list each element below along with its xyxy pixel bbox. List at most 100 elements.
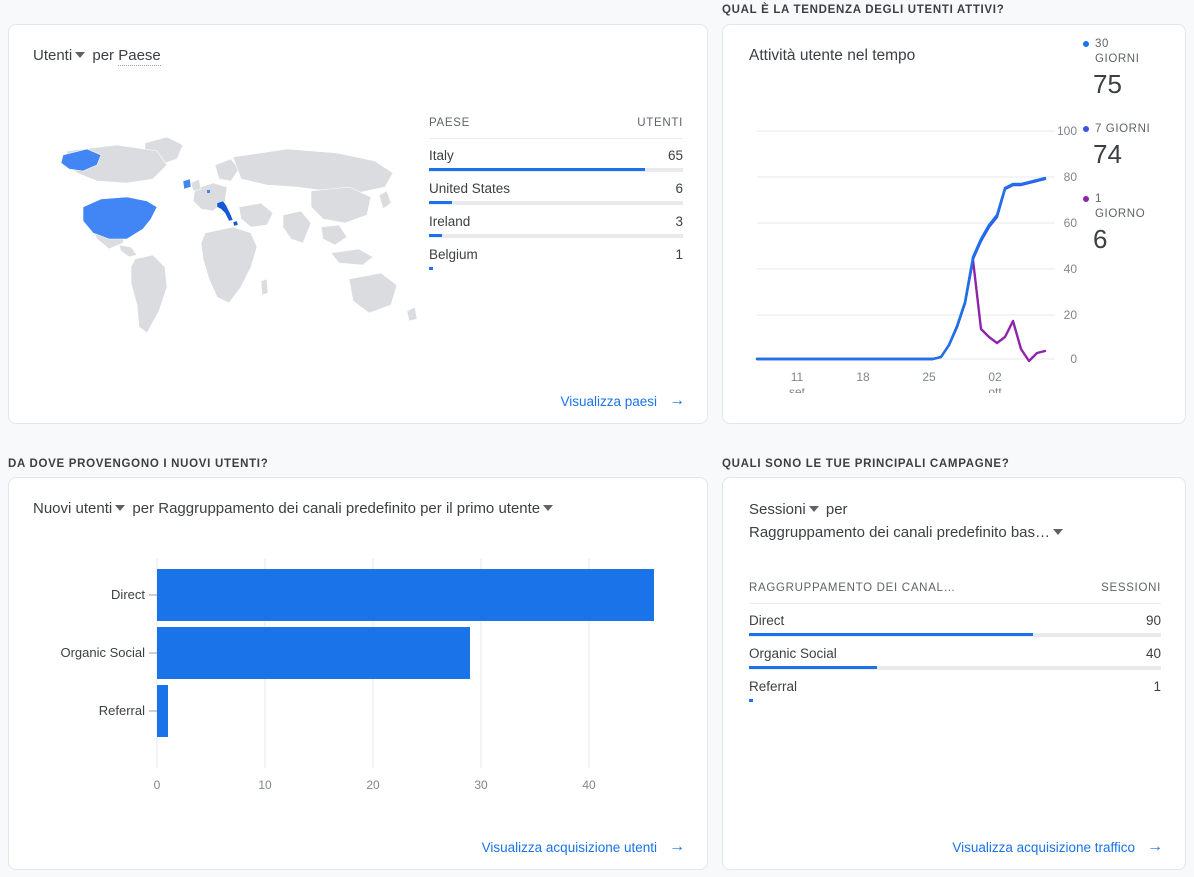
metric-selector-sessioni[interactable]: Sessioni	[749, 501, 806, 518]
row-bar-fill	[429, 267, 433, 270]
section-header-trend: QUAL È LA TENDENZA DEGLI UTENTI ATTIVI?	[722, 4, 1005, 16]
arrow-right-icon: →	[669, 392, 685, 409]
metric-selector-utenti[interactable]: Utenti	[33, 47, 72, 64]
analytics-dashboard: QUAL È LA TENDENZA DEGLI UTENTI ATTIVI? …	[0, 0, 1194, 877]
row-value: 1	[1153, 679, 1161, 694]
row-bar-track	[749, 666, 1161, 669]
svg-text:11: 11	[791, 370, 804, 384]
by-label: per	[92, 47, 115, 64]
section-header-campaigns: QUALI SONO LE TUE PRINCIPALI CAMPAGNE?	[722, 458, 1010, 470]
link-visualizza-acquisizione-traffico[interactable]: Visualizza acquisizione traffico →	[952, 839, 1163, 855]
metric-selector-nuovi-utenti[interactable]: Nuovi utenti	[33, 500, 112, 517]
table-row[interactable]: Ireland 3	[429, 205, 683, 238]
table-row[interactable]: United States 6	[429, 172, 683, 205]
chevron-down-icon[interactable]	[808, 506, 819, 513]
bar-direct	[157, 569, 654, 621]
chevron-down-icon[interactable]	[1053, 529, 1064, 536]
row-label: Referral	[749, 679, 798, 694]
svg-text:set: set	[789, 385, 806, 393]
table-row[interactable]: Referral 1	[749, 670, 1161, 702]
row-bar-fill	[429, 168, 645, 171]
row-label: Direct	[749, 613, 785, 628]
chevron-down-icon[interactable]	[75, 52, 86, 59]
country-table: PAESE UTENTI Italy 65 United States 6 Ir…	[429, 117, 683, 270]
legend-item-30-giorni[interactable]: 30 GIORNI 75	[1083, 37, 1183, 100]
svg-text:Organic Social: Organic Social	[60, 645, 145, 660]
row-bar-track	[429, 168, 683, 171]
link-label: Visualizza acquisizione traffico	[952, 839, 1135, 855]
country-table-header: PAESE UTENTI	[429, 117, 683, 139]
campaigns-card-header: Sessioni per Raggruppamento dei canali p…	[723, 478, 1185, 544]
svg-text:60: 60	[1064, 216, 1078, 230]
svg-text:80: 80	[1064, 170, 1078, 184]
row-value: 40	[1145, 646, 1161, 661]
svg-text:10: 10	[258, 778, 272, 792]
legend-value: 6	[1093, 224, 1108, 254]
table-row[interactable]: Organic Social 40	[749, 637, 1161, 670]
world-map[interactable]	[27, 121, 427, 351]
row-label: Belgium	[429, 247, 478, 262]
row-value: 90	[1145, 613, 1161, 628]
svg-text:40: 40	[582, 778, 596, 792]
svg-text:25: 25	[922, 370, 936, 384]
row-bar-track	[749, 633, 1161, 636]
metric-label: Nuovi utenti	[33, 500, 113, 517]
chevron-down-icon[interactable]	[115, 505, 126, 512]
legend-item-7-giorni[interactable]: 7 GIORNI 74	[1083, 122, 1183, 170]
table-row[interactable]: Italy 65	[429, 139, 683, 172]
col-header-utenti: UTENTI	[637, 117, 683, 129]
legend-period-line2: GIORNI	[1095, 53, 1140, 65]
col-header-sessioni: SESSIONI	[1101, 582, 1161, 594]
row-label: Italy	[429, 148, 454, 163]
col-header-paese: PAESE	[429, 117, 470, 129]
svg-text:0: 0	[1070, 352, 1077, 366]
chevron-down-icon[interactable]	[543, 505, 554, 512]
dimension-selector-paese[interactable]: Paese	[118, 47, 161, 66]
bars-card-header: Nuovi utenti per Raggruppamento dei cana…	[9, 478, 707, 520]
legend-period-line2: GIORNO	[1095, 208, 1146, 220]
row-value: 1	[675, 247, 683, 262]
card-top-campaigns: Sessioni per Raggruppamento dei canali p…	[722, 477, 1186, 870]
row-bar-fill	[749, 699, 754, 702]
metric-label: Utenti	[33, 47, 73, 64]
arrow-right-icon: →	[669, 838, 685, 855]
legend-item-1-giorno[interactable]: 1 GIORNO 6	[1083, 192, 1183, 255]
svg-text:20: 20	[366, 778, 380, 792]
col-header-channel-group: RAGGRUPPAMENTO DEI CANAL…	[749, 582, 956, 594]
link-visualizza-acquisizione-utenti[interactable]: Visualizza acquisizione utenti →	[482, 839, 685, 855]
map-highlight-belgium	[207, 190, 210, 193]
row-bar-track	[429, 201, 683, 204]
arrow-right-icon: →	[1147, 838, 1163, 855]
map-highlight-italy	[216, 200, 239, 227]
row-label: United States	[429, 181, 511, 196]
card-new-users-by-channel: Nuovi utenti per Raggruppamento dei cana…	[8, 477, 708, 870]
link-visualizza-paesi[interactable]: Visualizza paesi →	[560, 393, 685, 409]
legend-dot-icon	[1083, 125, 1089, 132]
svg-text:20: 20	[1064, 308, 1078, 322]
trend-legend: 30 GIORNI 75 7 GIORNI 74 1 GIORNO 6	[1083, 37, 1183, 277]
row-bar-track	[429, 267, 683, 270]
svg-text:30: 30	[474, 778, 488, 792]
svg-text:Direct: Direct	[111, 587, 145, 602]
card-users-by-country: Utenti per Paese PAESE UTENTI Italy 65 U…	[8, 24, 708, 424]
table-row[interactable]: Direct 90	[749, 604, 1161, 637]
svg-text:ott: ott	[988, 385, 1002, 393]
bar-organic-social	[157, 627, 470, 679]
by-label: per	[132, 500, 155, 517]
row-bar-track	[429, 234, 683, 237]
dimension-selector-channel[interactable]: Raggruppamento dei canali predefinito pe…	[158, 500, 540, 517]
map-highlight-ireland	[182, 178, 192, 190]
row-bar-fill	[749, 633, 1034, 636]
bar-chart[interactable]: Direct Organic Social Referral 0 10 20 3…	[29, 558, 689, 808]
dimension-selector-channel-group[interactable]: Raggruppamento dei canali predefinito ba…	[749, 524, 1050, 541]
svg-text:Referral: Referral	[99, 703, 145, 718]
bar-referral	[157, 685, 168, 737]
campaigns-table-header: RAGGRUPPAMENTO DEI CANAL… SESSIONI	[749, 582, 1161, 604]
row-label: Organic Social	[749, 646, 837, 661]
row-value: 3	[675, 214, 683, 229]
legend-dot-icon	[1083, 195, 1089, 202]
section-header-acquisition: DA DOVE PROVENGONO I NUOVI UTENTI?	[8, 458, 269, 470]
row-value: 6	[675, 181, 683, 196]
table-row[interactable]: Belgium 1	[429, 238, 683, 270]
metric-label: Sessioni	[749, 501, 806, 518]
